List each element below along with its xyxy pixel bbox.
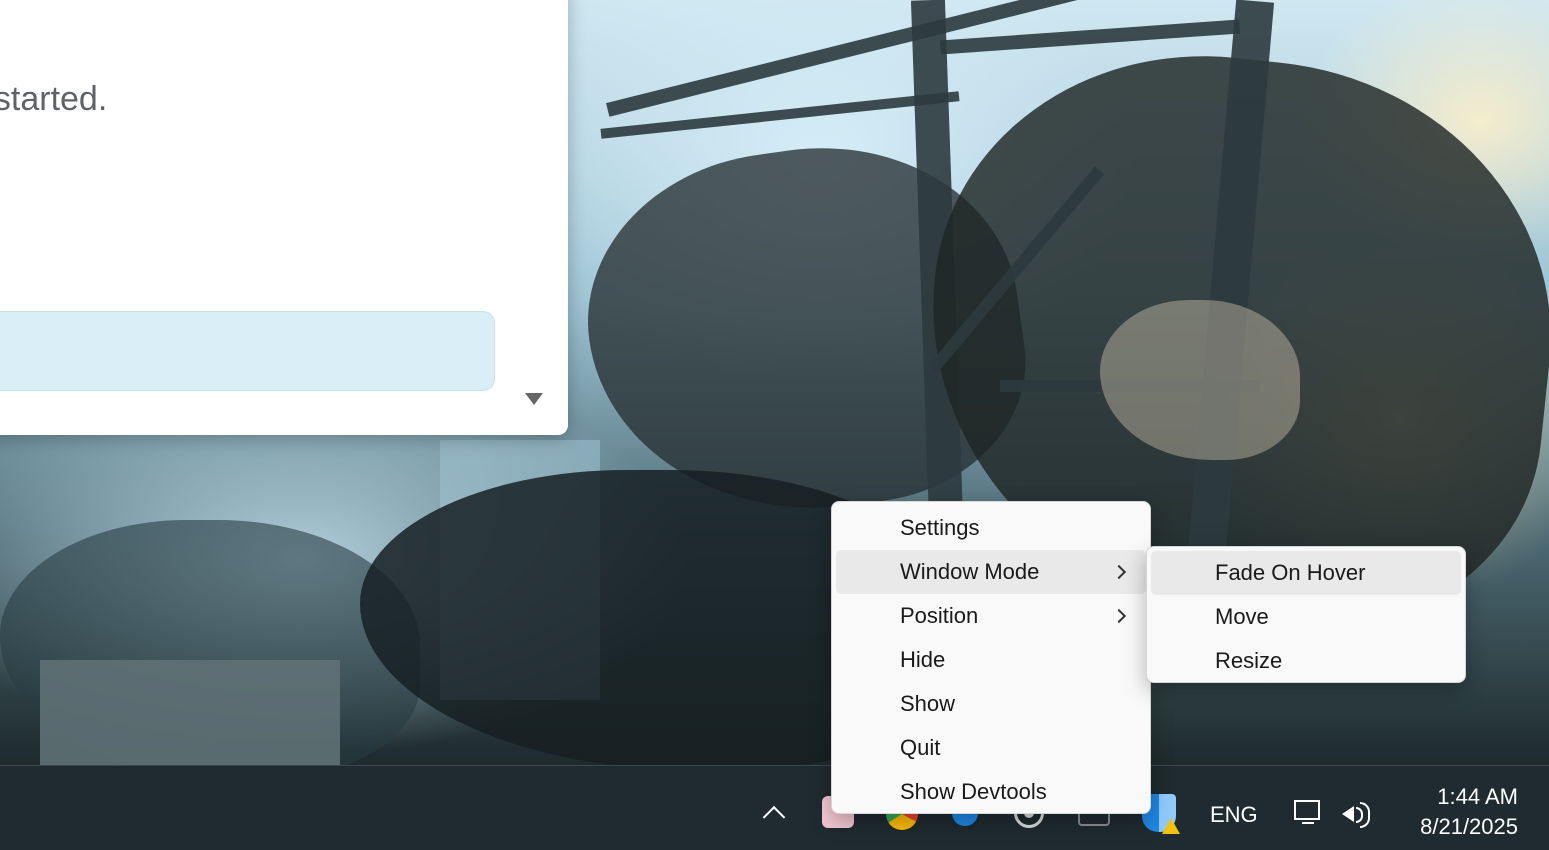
menu-item-move[interactable]: Move (1151, 595, 1461, 639)
menu-item-fade-on-hover[interactable]: Fade On Hover (1151, 551, 1461, 595)
window-mode-submenu: Fade On Hover Move Resize (1146, 546, 1466, 683)
scroll-down-arrow[interactable] (525, 393, 543, 405)
tray-context-menu: Settings Window Mode Position Hide Show … (831, 501, 1151, 814)
clock[interactable]: 1:44 AM 8/21/2025 (1390, 782, 1518, 842)
wallpaper-beam (939, 19, 1241, 55)
network-icon[interactable] (1292, 796, 1326, 830)
menu-item-settings[interactable]: Settings (836, 506, 1146, 550)
menu-item-label: Position (900, 603, 979, 628)
menu-item-window-mode[interactable]: Window Mode (836, 550, 1146, 594)
menu-item-quit[interactable]: Quit (836, 726, 1146, 770)
menu-item-show[interactable]: Show (836, 682, 1146, 726)
app-window[interactable]: t started. (0, 0, 568, 435)
status-text: t started. (0, 80, 108, 118)
clock-date: 8/21/2025 (1420, 814, 1518, 839)
menu-item-show-devtools[interactable]: Show Devtools (836, 770, 1146, 814)
menu-item-hide[interactable]: Hide (836, 638, 1146, 682)
message-input[interactable] (0, 311, 495, 391)
menu-item-resize[interactable]: Resize (1151, 639, 1461, 683)
menu-item-position[interactable]: Position (836, 594, 1146, 638)
chevron-right-icon (1111, 608, 1127, 624)
volume-icon[interactable] (1340, 796, 1376, 830)
wallpaper-beam (606, 0, 1114, 117)
wallpaper-building (40, 660, 340, 765)
language-indicator[interactable]: ENG (1210, 802, 1258, 828)
chevron-right-icon (1111, 564, 1127, 580)
clock-time: 1:44 AM (1437, 784, 1518, 809)
menu-item-label: Window Mode (900, 559, 1040, 584)
chevron-up-icon[interactable] (757, 796, 791, 830)
taskbar: ENG 1:44 AM 8/21/2025 (0, 765, 1549, 850)
